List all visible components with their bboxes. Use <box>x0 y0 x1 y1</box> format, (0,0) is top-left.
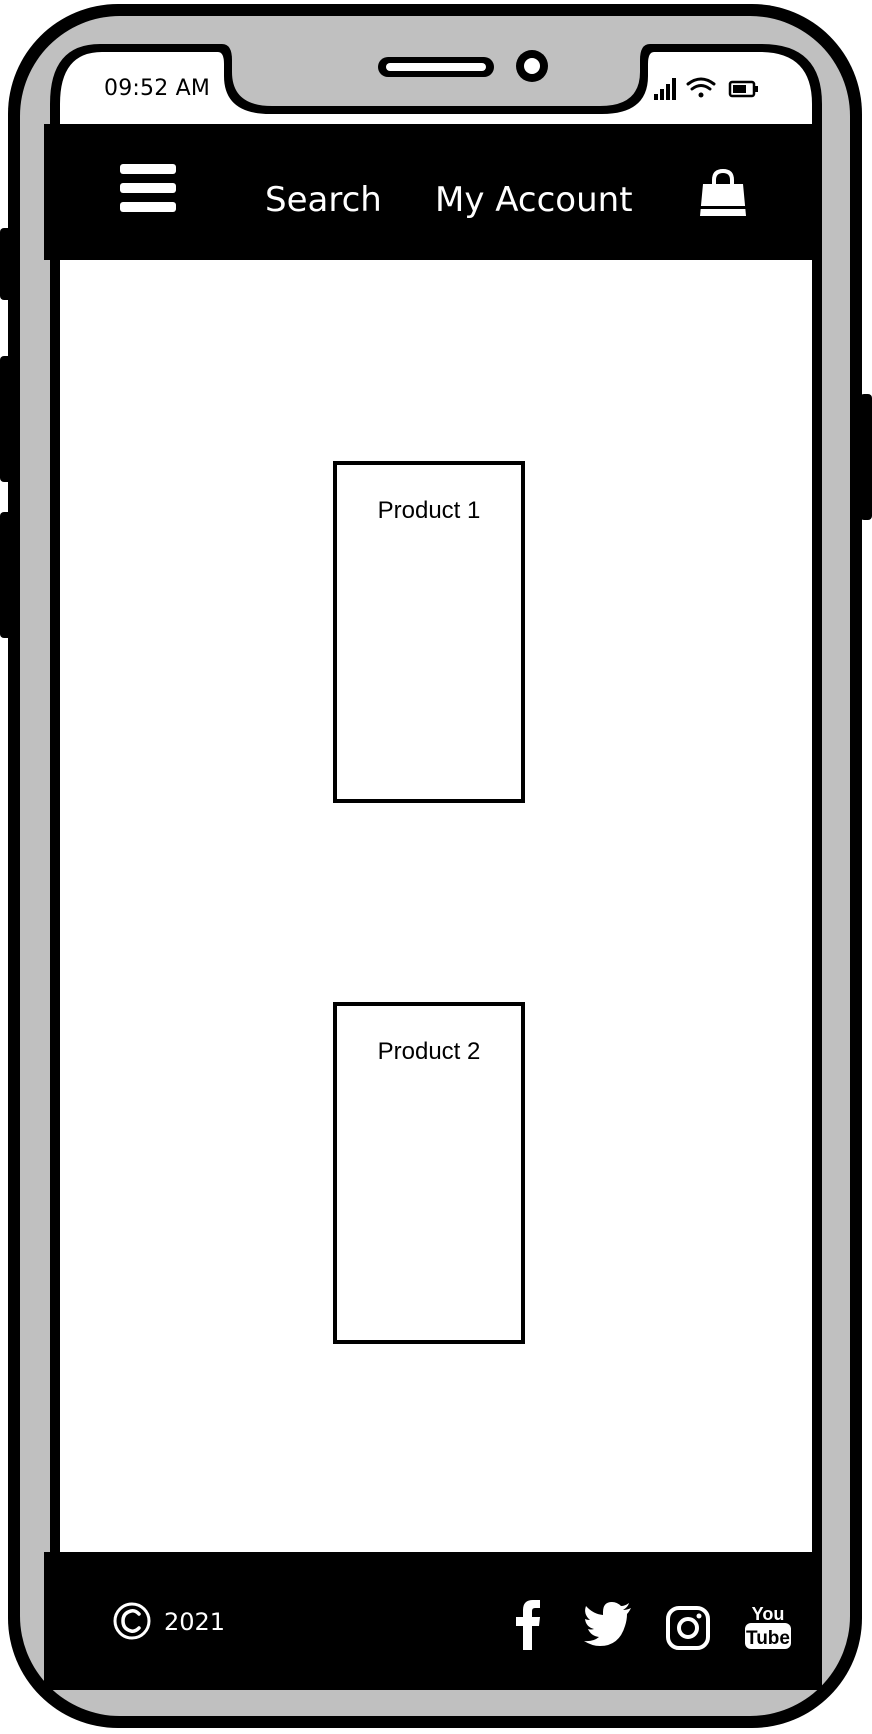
menu-icon[interactable] <box>120 164 176 212</box>
product-title: Product 1 <box>377 497 481 524</box>
signal-icon <box>654 78 676 100</box>
instagram-icon[interactable] <box>665 1602 711 1654</box>
product-title: Product 2 <box>377 1038 481 1065</box>
product-card[interactable]: Product 1 <box>333 461 525 803</box>
wifi-icon <box>686 77 716 98</box>
status-time: 09:52 AM <box>104 76 211 101</box>
nav-search-link[interactable]: Search <box>265 180 382 220</box>
shopping-bag-icon[interactable] <box>697 168 749 220</box>
youtube-icon[interactable]: You Tube <box>744 1600 792 1652</box>
copyright-icon <box>113 1602 151 1640</box>
phone-frame <box>0 4 872 1728</box>
product-card[interactable]: Product 2 <box>333 1002 525 1344</box>
youtube-icon-text-bottom: Tube <box>746 1628 790 1649</box>
nav-my-account-link[interactable]: My Account <box>435 180 633 220</box>
battery-icon <box>728 80 758 98</box>
facebook-icon[interactable] <box>513 1598 543 1650</box>
copyright-year: 2021 <box>164 1608 226 1636</box>
status-icons <box>654 77 758 100</box>
youtube-icon-text-top: You <box>752 1604 785 1624</box>
twitter-icon[interactable] <box>583 1598 633 1650</box>
